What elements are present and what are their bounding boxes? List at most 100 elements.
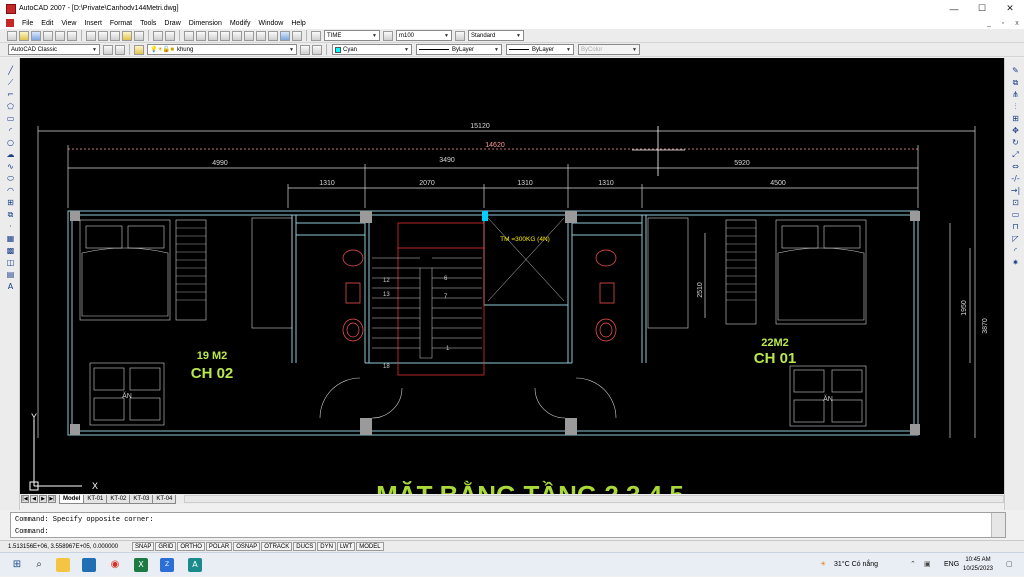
model-toggle[interactable]: MODEL <box>356 542 384 551</box>
dyn-toggle[interactable]: DYN <box>317 542 336 551</box>
zoom-realtime-icon[interactable] <box>196 30 206 41</box>
menu-edit[interactable]: Edit <box>37 20 57 27</box>
tray-arrow-icon[interactable]: ⌃ <box>910 553 916 577</box>
erase-icon[interactable]: ✎ <box>1010 66 1021 76</box>
multiline-text-icon[interactable]: A <box>5 282 16 292</box>
tab-kt-04[interactable]: KT-04 <box>152 494 177 504</box>
revision-cloud-icon[interactable]: ☁ <box>5 150 16 160</box>
plot-preview-icon[interactable] <box>55 30 65 41</box>
workspace-settings-icon[interactable] <box>103 44 113 55</box>
ortho-toggle[interactable]: ORTHO <box>177 542 205 551</box>
scale-icon[interactable]: ⤢ <box>1010 150 1021 160</box>
doc-restore-button[interactable]: ▫ <box>996 20 1010 27</box>
clock[interactable]: 10:45 AM 10/25/2023 <box>956 556 1000 574</box>
break-icon[interactable]: ▭ <box>1010 210 1021 220</box>
explode-icon[interactable]: ✷ <box>1010 258 1021 268</box>
menu-view[interactable]: View <box>57 20 80 27</box>
undo-icon[interactable] <box>153 30 163 41</box>
make-block-icon[interactable]: ⧉ <box>5 210 16 220</box>
doc-minimize-button[interactable]: _ <box>982 20 996 27</box>
line-icon[interactable]: ╱ <box>5 66 16 76</box>
doc-close-button[interactable]: x <box>1010 20 1024 27</box>
move-icon[interactable]: ✥ <box>1010 126 1021 136</box>
otrack-toggle[interactable]: OTRACK <box>261 542 293 551</box>
autocad-taskbar-icon[interactable]: A <box>188 558 202 572</box>
tab-model[interactable]: Model <box>59 494 85 504</box>
publish-icon[interactable] <box>67 30 77 41</box>
linetype-select[interactable]: ByLayer ▼ <box>416 44 502 55</box>
minimize-button[interactable]: — <box>940 4 968 14</box>
tab-kt-01[interactable]: KT-01 <box>83 494 108 504</box>
save-icon[interactable] <box>31 30 41 41</box>
menu-help[interactable]: Help <box>287 20 309 27</box>
markup-icon[interactable] <box>280 30 290 41</box>
stretch-icon[interactable]: ⇔ <box>1010 162 1021 172</box>
extend-icon[interactable]: →| <box>1010 186 1021 196</box>
menu-file[interactable]: File <box>18 20 37 27</box>
layer-select[interactable]: 💡☀🔓■ khung ▼ <box>147 44 297 55</box>
chamfer-icon[interactable]: ◸ <box>1010 234 1021 244</box>
next-tab-button[interactable]: ▶ <box>39 495 47 503</box>
workspace-select[interactable]: AutoCAD Classic ▼ <box>8 44 100 55</box>
design-center-icon[interactable] <box>244 30 254 41</box>
tab-kt-02[interactable]: KT-02 <box>106 494 131 504</box>
prev-tab-button[interactable]: ◀ <box>30 495 38 503</box>
region-icon[interactable]: ◫ <box>5 258 16 268</box>
last-tab-button[interactable]: ▶| <box>48 495 56 503</box>
chrome-icon[interactable]: ◉ <box>108 558 122 572</box>
gradient-icon[interactable]: ▩ <box>5 246 16 256</box>
text-style-select[interactable]: TIME ▼ <box>324 30 380 41</box>
store-icon[interactable] <box>82 558 96 572</box>
notification-icon[interactable]: ▢ <box>1006 553 1013 577</box>
workspace-save-icon[interactable] <box>115 44 125 55</box>
trim-icon[interactable]: -/- <box>1010 174 1021 184</box>
polygon-icon[interactable]: ⬠ <box>5 102 16 112</box>
hatch-icon[interactable]: ▦ <box>5 234 16 244</box>
excel-icon[interactable]: X <box>134 558 148 572</box>
network-icon[interactable]: ▣ <box>924 553 931 577</box>
snap-toggle[interactable]: SNAP <box>132 542 155 551</box>
zoom-window-icon[interactable] <box>208 30 218 41</box>
ducs-toggle[interactable]: DUCS <box>293 542 317 551</box>
spline-icon[interactable]: ∿ <box>5 162 16 172</box>
print-icon[interactable] <box>43 30 53 41</box>
document-icon[interactable] <box>6 19 14 27</box>
lineweight-select[interactable]: ByLayer ▼ <box>506 44 574 55</box>
command-prompt[interactable]: Command: <box>15 527 49 537</box>
horizontal-scrollbar[interactable] <box>184 495 1004 503</box>
rectangle-icon[interactable]: ▭ <box>5 114 16 124</box>
construction-line-icon[interactable]: ⟋ <box>5 78 16 88</box>
match-properties-icon[interactable] <box>122 30 132 41</box>
layer-previous-icon[interactable] <box>312 44 322 55</box>
insert-block-icon[interactable]: ⊞ <box>5 198 16 208</box>
make-current-layer-icon[interactable] <box>300 44 310 55</box>
menu-insert[interactable]: Insert <box>80 20 106 27</box>
paste-icon[interactable] <box>110 30 120 41</box>
osnap-toggle[interactable]: OSNAP <box>233 542 261 551</box>
pan-icon[interactable] <box>184 30 194 41</box>
calculator-icon[interactable] <box>292 30 302 41</box>
cut-icon[interactable] <box>86 30 96 41</box>
file-explorer-icon[interactable] <box>56 558 70 572</box>
layer-manager-icon[interactable] <box>134 44 144 55</box>
copy-object-icon[interactable]: ⧉ <box>1010 78 1021 88</box>
command-scrollbar[interactable] <box>991 513 1005 537</box>
block-editor-icon[interactable] <box>134 30 144 41</box>
point-icon[interactable]: · <box>5 222 16 232</box>
fillet-icon[interactable]: ◜ <box>1010 246 1021 256</box>
maximize-button[interactable]: ☐ <box>968 3 996 14</box>
sheet-set-icon[interactable] <box>268 30 278 41</box>
polar-toggle[interactable]: POLAR <box>205 542 233 551</box>
drawing-canvas[interactable]: 15120 14620 4990 3490 5920 1310 2070 131… <box>20 58 1004 494</box>
command-window[interactable]: Command: Specify opposite corner: Comman… <box>10 512 1006 538</box>
first-tab-button[interactable]: |◀ <box>21 495 29 503</box>
circle-icon[interactable]: ○ <box>5 138 16 148</box>
open-file-icon[interactable] <box>19 30 29 41</box>
menu-window[interactable]: Window <box>254 20 287 27</box>
zoom-previous-icon[interactable] <box>220 30 230 41</box>
array-icon[interactable]: ⊞ <box>1010 114 1021 124</box>
table-style-select[interactable]: Standard ▼ <box>468 30 524 41</box>
tab-kt-03[interactable]: KT-03 <box>129 494 154 504</box>
dim-style-select[interactable]: m100 ▼ <box>396 30 452 41</box>
menu-modify[interactable]: Modify <box>226 20 255 27</box>
